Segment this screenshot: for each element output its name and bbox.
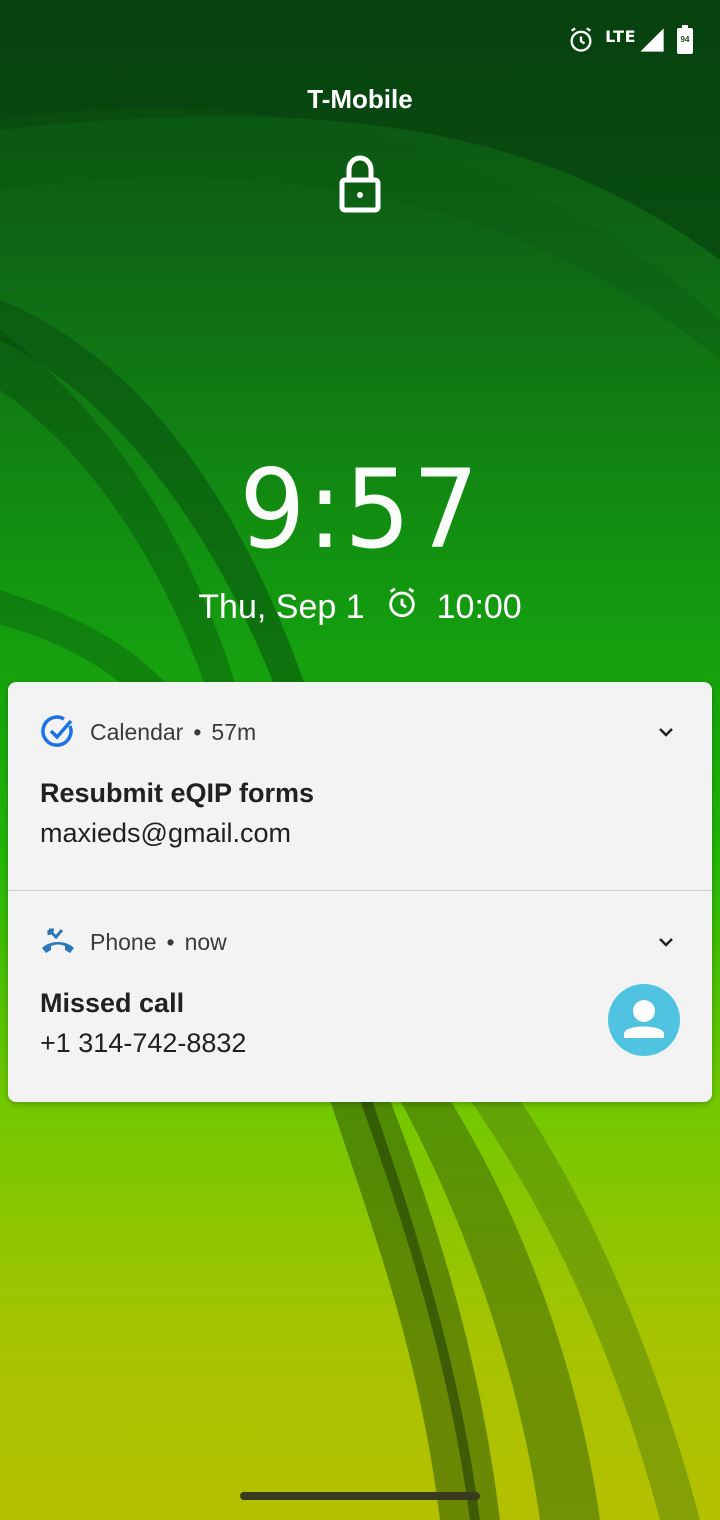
lock-screen: LTE 94 T-Mobile 9:57 Thu, Sep 1 10:00 Ca… <box>0 0 720 1520</box>
battery-level: 94 <box>680 35 690 44</box>
notification-phone[interactable]: Phone • now Missed call +1 314-742-8832 <box>8 892 712 1100</box>
signal-icon <box>638 26 666 54</box>
app-name: Phone <box>90 928 157 955</box>
date-row: Thu, Sep 1 10:00 <box>0 586 720 629</box>
notification-header: Phone • now <box>40 924 227 960</box>
notification-title: Resubmit eQIP forms <box>40 778 315 808</box>
contact-avatar[interactable] <box>608 984 680 1056</box>
separator-dot: • <box>166 928 175 955</box>
notification-calendar[interactable]: Calendar • 57m Resubmit eQIP forms maxie… <box>8 682 712 890</box>
chevron-down-icon[interactable] <box>656 722 676 742</box>
notification-title: Missed call <box>40 988 185 1018</box>
notification-panel: Calendar • 57m Resubmit eQIP forms maxie… <box>8 682 712 1102</box>
notification-age: 57m <box>211 718 257 745</box>
carrier-name: T-Mobile <box>307 84 413 114</box>
notification-body: maxieds@gmail.com <box>40 818 291 848</box>
clock: 9:57 <box>0 444 720 574</box>
status-bar: LTE 94 <box>567 22 694 58</box>
alarm-clock-icon <box>385 586 419 629</box>
alarm-time: 10:00 <box>436 588 522 626</box>
calendar-check-icon <box>40 714 76 750</box>
person-icon <box>624 1000 664 1038</box>
notification-age: now <box>184 928 227 955</box>
notification-header: Calendar • 57m <box>40 714 256 750</box>
alarm-icon <box>567 26 595 54</box>
missed-call-icon <box>40 924 76 960</box>
chevron-down-icon[interactable] <box>656 932 676 952</box>
separator-dot: • <box>193 718 202 745</box>
clock-time: 9:57 <box>239 444 481 574</box>
lte-indicator: LTE <box>605 26 636 46</box>
notification-body: +1 314-742-8832 <box>40 1028 247 1058</box>
lock-icon[interactable] <box>336 154 384 214</box>
battery-icon: 94 <box>676 25 694 55</box>
home-indicator[interactable] <box>240 1492 480 1500</box>
app-name: Calendar <box>90 718 184 745</box>
date-text: Thu, Sep 1 <box>198 588 365 626</box>
divider <box>8 890 712 891</box>
